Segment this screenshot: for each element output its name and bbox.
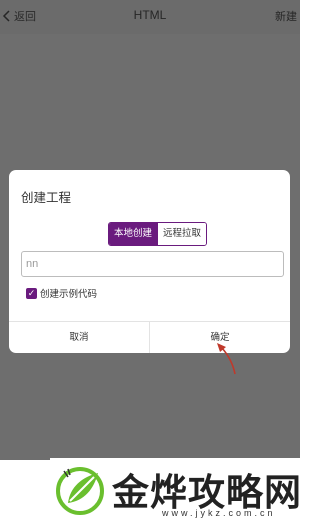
top-bar: 返回 HTML 新建 [0,0,300,34]
dialog-title: 创建工程 [21,191,72,205]
project-name-input[interactable] [21,251,284,277]
create-project-dialog: 创建工程 本地创建 远程拉取 ✓ 创建示例代码 取消 确定 [9,170,290,353]
sample-code-option[interactable]: ✓ 创建示例代码 [26,286,97,300]
cancel-button[interactable]: 取消 [9,322,149,353]
pointer-arrow-icon [217,343,236,375]
segment-remote-pull[interactable]: 远程拉取 [157,223,207,245]
watermark: 金烨攻略网 www.jykz.com.cn [50,458,301,524]
page-title: HTML [133,8,167,22]
new-button[interactable]: 新建 [275,8,297,24]
sample-code-label: 创建示例代码 [40,289,98,300]
leaf-logo-icon [56,467,104,515]
checkmark-icon: ✓ [27,287,36,298]
source-segmented-control: 本地创建 远程拉取 [108,222,208,246]
segment-local-create[interactable]: 本地创建 [109,223,158,245]
watermark-url: www.jykz.com.cn [162,508,276,518]
sample-code-checkbox[interactable]: ✓ [26,287,37,299]
